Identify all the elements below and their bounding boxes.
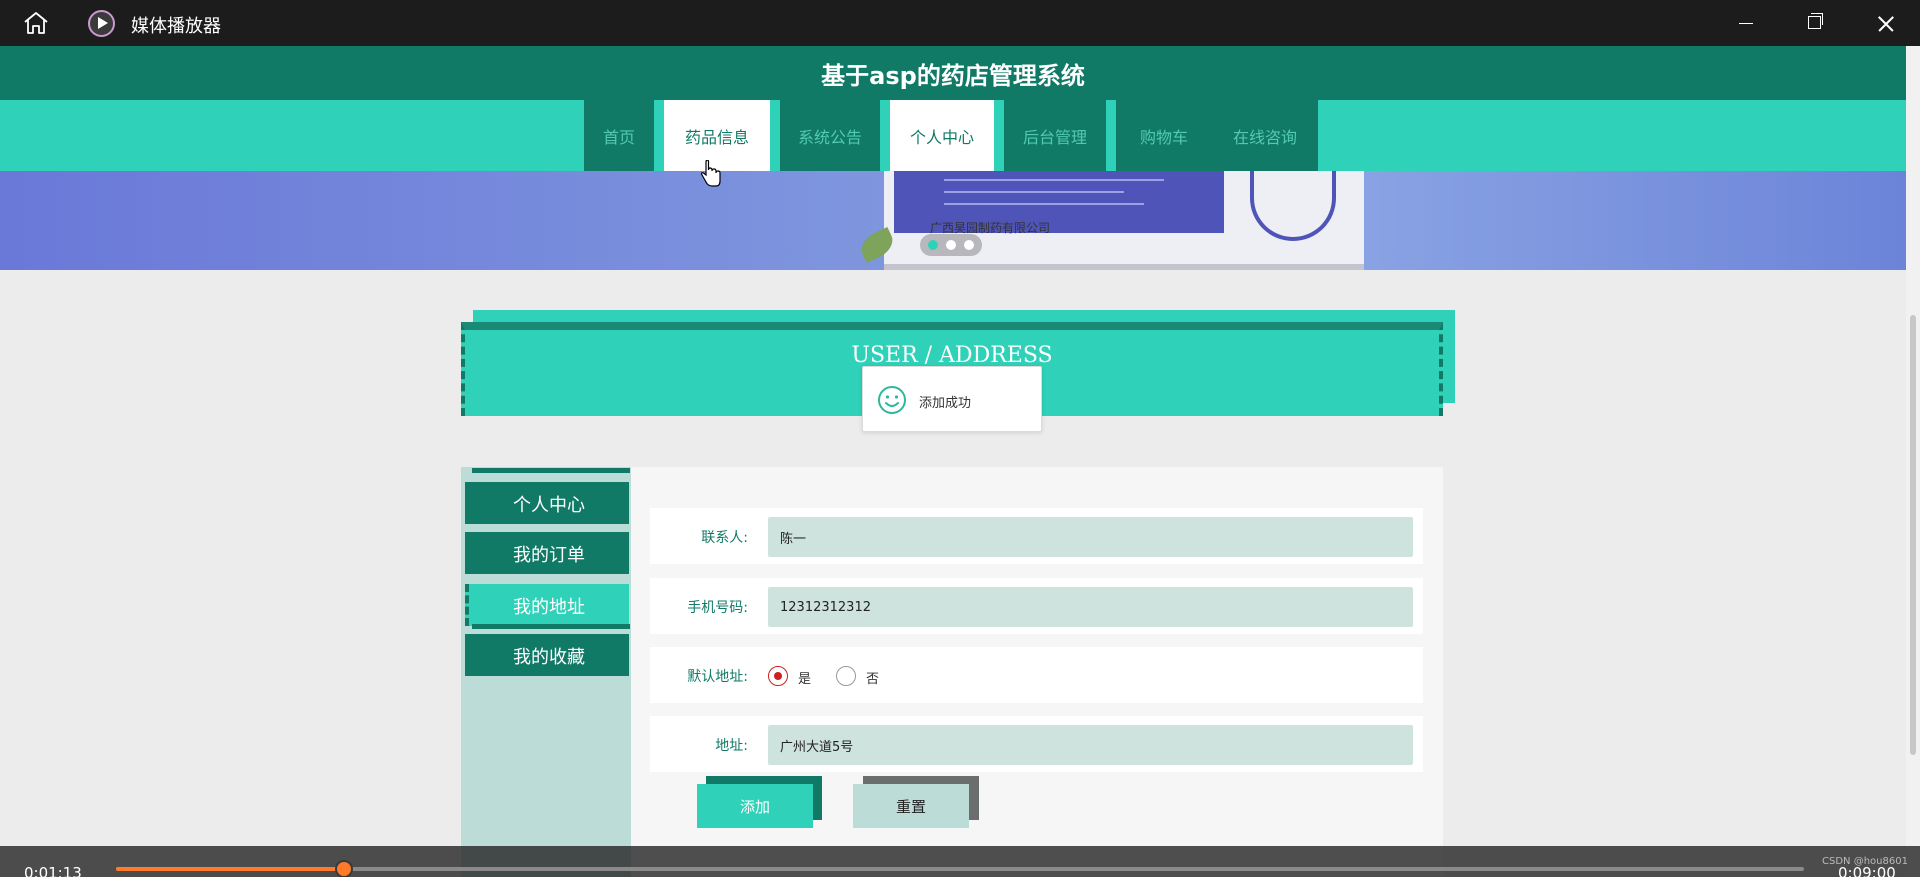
window-titlebar: 媒体播放器 xyxy=(0,0,1920,46)
nav-announcements[interactable]: 系统公告 xyxy=(780,100,880,171)
sidebar-item-orders[interactable]: 我的订单 xyxy=(465,532,629,574)
banner-carousel: 广西昊园制药有限公司 xyxy=(0,171,1906,270)
home-icon[interactable] xyxy=(22,11,50,35)
seal-image xyxy=(1250,171,1336,241)
nav-cart[interactable]: 购物车 xyxy=(1116,100,1212,171)
smile-icon xyxy=(878,386,906,414)
sidebar-divider xyxy=(472,624,630,629)
nav-home[interactable]: 首页 xyxy=(584,100,654,171)
phone-input[interactable] xyxy=(768,587,1413,627)
seek-bar-progress xyxy=(116,867,344,871)
sidebar-item-personal-center[interactable]: 个人中心 xyxy=(465,482,629,524)
nav-consult[interactable]: 在线咨询 xyxy=(1212,100,1318,171)
sidebar-item-address[interactable]: 我的地址 xyxy=(465,584,629,626)
default-no-radio[interactable] xyxy=(836,666,856,686)
seek-thumb[interactable] xyxy=(335,860,353,877)
reset-button[interactable]: 重置 xyxy=(853,784,969,828)
nav-admin[interactable]: 后台管理 xyxy=(1004,100,1106,171)
restore-button[interactable] xyxy=(1780,0,1848,46)
default-address-label: 默认地址: xyxy=(687,669,748,685)
toast-message: 添加成功 xyxy=(919,396,972,411)
contact-label: 联系人: xyxy=(701,530,748,546)
success-toast: 添加成功 xyxy=(862,366,1042,432)
address-input[interactable] xyxy=(768,725,1413,765)
minimize-button[interactable] xyxy=(1712,0,1780,46)
form-row-default xyxy=(650,647,1423,703)
default-no-label: 否 xyxy=(866,672,880,687)
phone-label: 手机号码: xyxy=(687,600,748,616)
media-player-icon xyxy=(88,10,115,37)
window-title: 媒体播放器 xyxy=(131,16,221,37)
page-scrollbar-thumb[interactable] xyxy=(1910,315,1916,755)
sidebar-item-favorites[interactable]: 我的收藏 xyxy=(465,634,629,676)
add-button[interactable]: 添加 xyxy=(697,784,813,828)
site-title: 基于asp的药店管理系统 xyxy=(821,62,1085,90)
address-label: 地址: xyxy=(715,738,748,754)
default-yes-label: 是 xyxy=(798,672,812,687)
site-header: 基于asp的药店管理系统 xyxy=(0,46,1906,100)
current-time: 0:01:13 xyxy=(24,864,82,877)
main-nav: 首页 药品信息 系统公告 个人中心 后台管理 购物车 在线咨询 xyxy=(0,100,1906,171)
carousel-dot-2[interactable] xyxy=(946,240,956,250)
sidebar-divider xyxy=(472,468,630,473)
watermark: CSDN @hou8601 xyxy=(1822,856,1908,867)
hand-cursor-icon xyxy=(700,160,721,187)
carousel-dot-1[interactable] xyxy=(928,240,938,250)
section-title: USER / ADDRESS xyxy=(851,343,1053,368)
carousel-dots xyxy=(920,234,982,256)
contact-input[interactable] xyxy=(768,517,1413,557)
close-button[interactable] xyxy=(1852,0,1920,46)
default-yes-radio[interactable] xyxy=(768,666,788,686)
seek-bar[interactable] xyxy=(116,867,1804,871)
carousel-dot-3[interactable] xyxy=(964,240,974,250)
media-control-bar xyxy=(0,846,1920,877)
nav-personal-center[interactable]: 个人中心 xyxy=(890,100,994,171)
